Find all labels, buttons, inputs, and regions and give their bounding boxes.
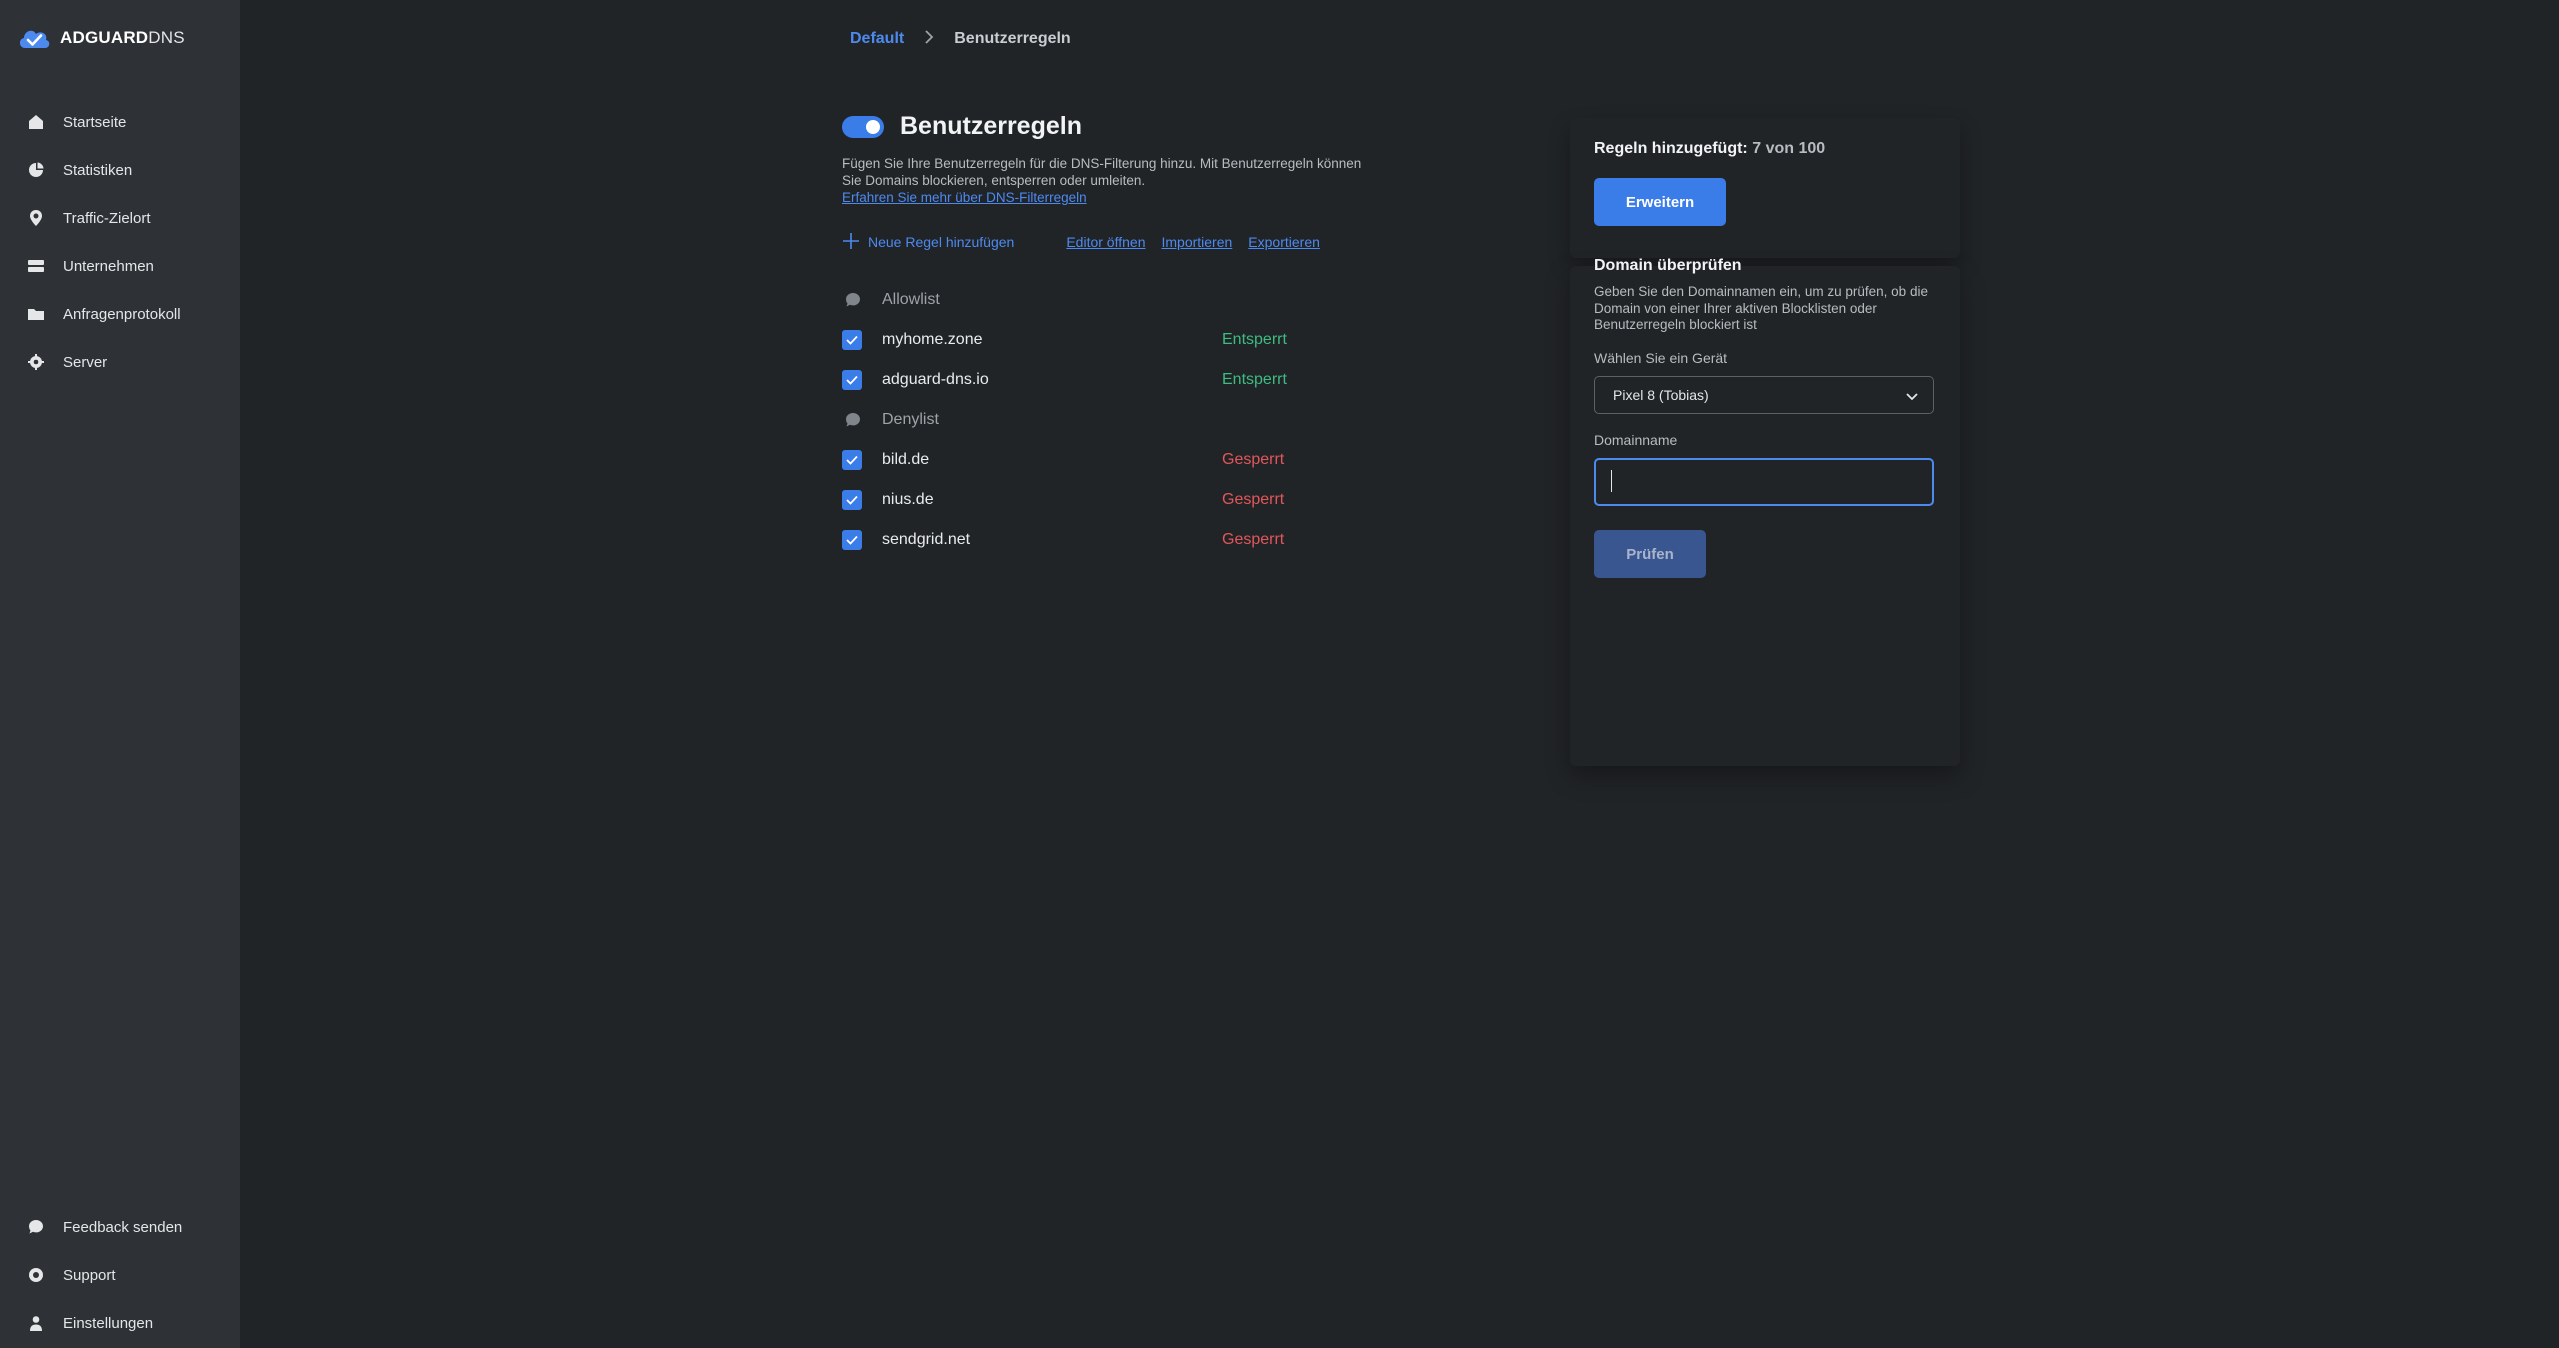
- rule-status-blocked: Gesperrt: [1222, 451, 1285, 468]
- rule-status-unblocked: Entsperrt: [1222, 331, 1287, 348]
- sidebar-item-feedback[interactable]: Feedback senden: [0, 1205, 240, 1249]
- rules-added-count: 7 von 100: [1752, 140, 1826, 157]
- home-icon: [27, 113, 45, 131]
- rule-checkbox[interactable]: [842, 530, 862, 550]
- comment-text: Allowlist: [882, 291, 940, 308]
- folder-icon: [27, 305, 45, 323]
- sidebar-item-label: Einstellungen: [63, 1314, 154, 1332]
- rule-row: nius.de Gesperrt: [842, 480, 1342, 520]
- open-editor-link[interactable]: Editor öffnen: [1066, 234, 1145, 250]
- rules-list: Allowlist myhome.zone Entsperrt adguard-…: [842, 280, 1342, 560]
- comment-row: Denylist: [842, 400, 1342, 440]
- domain-label: Domainname: [1594, 432, 1678, 448]
- page-title: Benutzerregeln: [900, 112, 1082, 140]
- check-icon: [846, 495, 858, 505]
- sidebar: ADGUARDDNS Startseite Statistiken Traffi…: [0, 0, 240, 1348]
- page-header: Benutzerregeln: [842, 112, 1082, 141]
- domain-check-content: Domain überprüfen Geben Sie den Domainna…: [1570, 257, 1960, 766]
- comment-text: Denylist: [882, 411, 939, 428]
- adguard-cloud-icon: [19, 30, 50, 48]
- breadcrumb-current: Benutzerregeln: [954, 30, 1071, 47]
- plus-icon: [842, 232, 860, 253]
- sidebar-item-server[interactable]: Server: [0, 340, 240, 384]
- rule-status-unblocked: Entsperrt: [1222, 371, 1287, 388]
- sidebar-item-label: Unternehmen: [63, 257, 154, 275]
- rule-checkbox[interactable]: [842, 490, 862, 510]
- user-rules-toggle[interactable]: [842, 115, 884, 138]
- server-stack-icon: [27, 257, 45, 275]
- sidebar-item-label: Statistiken: [63, 161, 133, 179]
- rules-added-label: Regeln hinzugefügt:: [1594, 140, 1748, 157]
- expand-button[interactable]: Erweitern: [1594, 178, 1726, 226]
- chevron-down-icon: [1905, 389, 1919, 405]
- device-select[interactable]: Pixel 8 (Tobias): [1594, 376, 1934, 414]
- sidebar-item-traffic-zielort[interactable]: Traffic-Zielort: [0, 196, 240, 240]
- sidebar-item-statistiken[interactable]: Statistiken: [0, 148, 240, 192]
- breadcrumb-default-link[interactable]: Default: [850, 30, 904, 48]
- brand-name-regular: DNS: [148, 28, 185, 47]
- rule-checkbox[interactable]: [842, 370, 862, 390]
- comment-icon: [844, 411, 862, 429]
- rules-added-summary: Regeln hinzugefügt: 7 von 100: [1594, 140, 1825, 158]
- sidebar-item-label: Support: [63, 1266, 116, 1284]
- rule-row: sendgrid.net Gesperrt: [842, 520, 1342, 560]
- brand-name: ADGUARDDNS: [60, 28, 185, 48]
- sidebar-item-support[interactable]: Support: [0, 1253, 240, 1297]
- sidebar-item-anfragenprotokoll[interactable]: Anfragenprotokoll: [0, 292, 240, 336]
- rules-actions: Neue Regel hinzufügen Editor öffnen Impo…: [842, 230, 1320, 254]
- rule-status-blocked: Gesperrt: [1222, 491, 1285, 508]
- rule-row: adguard-dns.io Entsperrt: [842, 360, 1342, 400]
- check-icon: [846, 375, 858, 385]
- check-icon: [846, 455, 858, 465]
- comment-icon: [844, 291, 862, 309]
- check-domain-button[interactable]: Prüfen: [1594, 530, 1706, 578]
- sidebar-item-startseite[interactable]: Startseite: [0, 100, 240, 144]
- domain-check-title: Domain überprüfen: [1594, 257, 1742, 274]
- sidebar-item-label: Server: [63, 353, 108, 371]
- rule-domain: adguard-dns.io: [882, 371, 989, 388]
- add-rule-button[interactable]: Neue Regel hinzufügen: [842, 232, 1014, 253]
- comment-row: Allowlist: [842, 280, 1342, 320]
- location-icon: [27, 209, 45, 227]
- domain-name-input[interactable]: [1594, 458, 1934, 506]
- brand-name-bold: ADGUARD: [60, 28, 149, 47]
- sidebar-item-einstellungen[interactable]: Einstellungen: [0, 1301, 240, 1345]
- text-cursor: [1611, 470, 1612, 492]
- gear-icon: [27, 353, 45, 371]
- sidebar-item-label: Traffic-Zielort: [63, 209, 151, 227]
- rule-row: bild.de Gesperrt: [842, 440, 1342, 480]
- device-select-value: Pixel 8 (Tobias): [1613, 387, 1709, 403]
- learn-more-link[interactable]: Erfahren Sie mehr über DNS-Filterregeln: [842, 190, 1087, 205]
- chat-bubble-icon: [27, 1218, 45, 1236]
- chevron-right-icon: [924, 29, 934, 49]
- rule-checkbox[interactable]: [842, 450, 862, 470]
- device-label: Wählen Sie ein Gerät: [1594, 350, 1728, 366]
- rule-domain: nius.de: [882, 491, 934, 508]
- lifebuoy-icon: [27, 1266, 45, 1284]
- check-icon: [846, 535, 858, 545]
- user-icon: [27, 1314, 45, 1332]
- import-link[interactable]: Importieren: [1161, 234, 1232, 250]
- rule-domain: myhome.zone: [882, 331, 983, 348]
- sidebar-item-unternehmen[interactable]: Unternehmen: [0, 244, 240, 288]
- add-rule-label: Neue Regel hinzufügen: [868, 234, 1015, 250]
- check-icon: [846, 335, 858, 345]
- sidebar-item-label: Feedback senden: [63, 1218, 183, 1236]
- adguard-logo[interactable]: ADGUARDDNS: [16, 20, 185, 56]
- rule-status-blocked: Gesperrt: [1222, 531, 1285, 548]
- sidebar-item-label: Anfragenprotokoll: [63, 305, 181, 323]
- sidebar-item-label: Startseite: [63, 113, 127, 131]
- rule-domain: sendgrid.net: [882, 531, 971, 548]
- rule-checkbox[interactable]: [842, 330, 862, 350]
- pie-chart-icon: [27, 161, 45, 179]
- export-link[interactable]: Exportieren: [1248, 234, 1320, 250]
- breadcrumb: Default Benutzerregeln: [850, 26, 1071, 52]
- page-description: Fügen Sie Ihre Benutzerregeln für die DN…: [842, 155, 1362, 206]
- domain-check-description: Geben Sie den Domainnamen ein, um zu prü…: [1594, 284, 1928, 332]
- description-text: Fügen Sie Ihre Benutzerregeln für die DN…: [842, 156, 1362, 188]
- rule-row: myhome.zone Entsperrt: [842, 320, 1342, 360]
- rule-domain: bild.de: [882, 451, 930, 468]
